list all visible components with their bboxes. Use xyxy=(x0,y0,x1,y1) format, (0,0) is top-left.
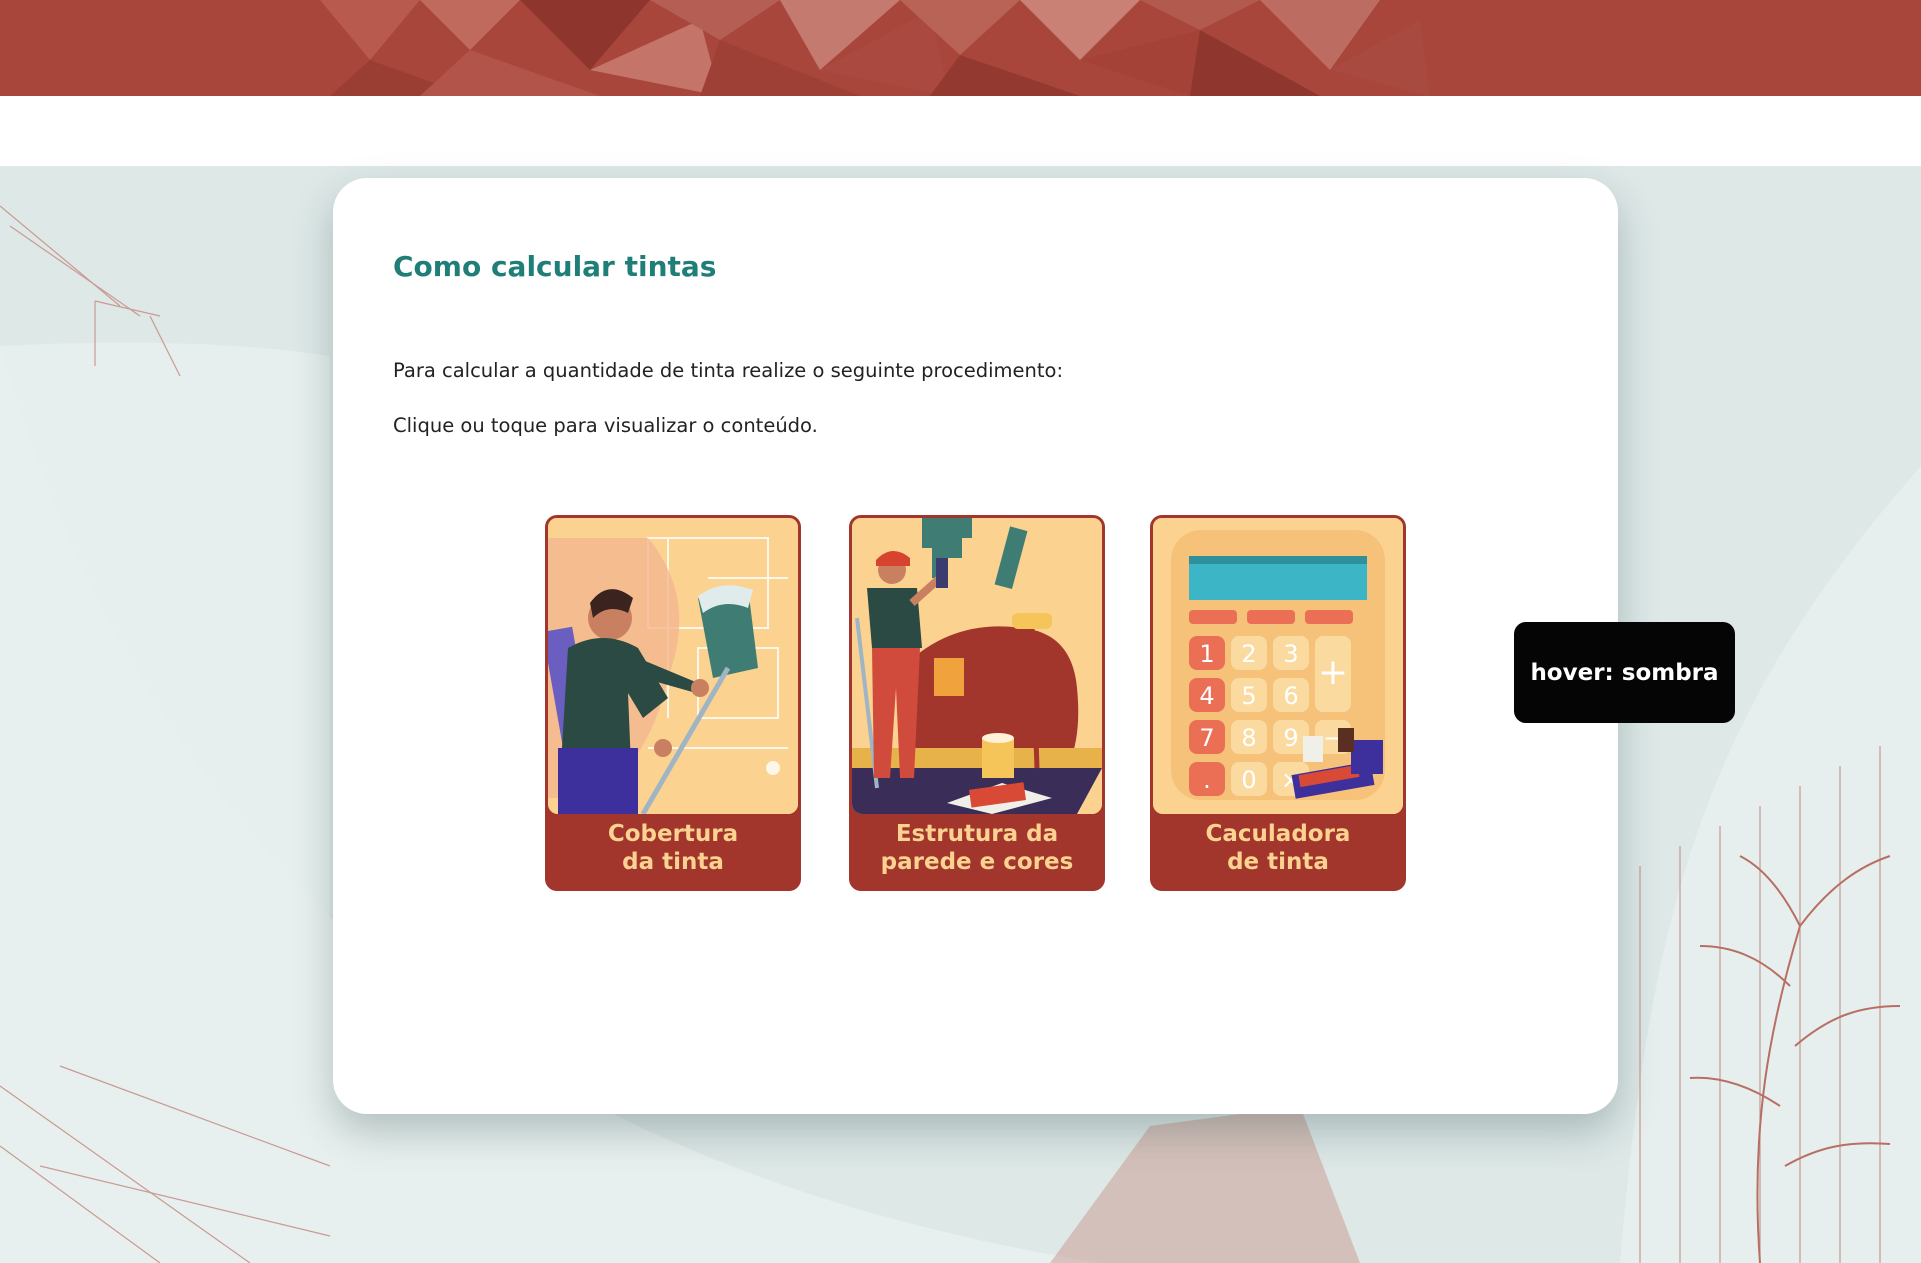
tile-estrutura-da-parede[interactable]: Estrutura da parede e cores xyxy=(849,515,1105,891)
tile-caption: Caculadora de tinta xyxy=(1153,820,1403,876)
tile-cobertura-da-tinta[interactable]: Cobertura da tinta xyxy=(545,515,801,891)
tooltip-label: hover: sombra xyxy=(1530,659,1719,686)
content-card: Como calcular tintas Para calcular a qua… xyxy=(333,178,1618,1114)
tile-caption: Estrutura da parede e cores xyxy=(852,820,1102,876)
intro-text: Para calcular a quantidade de tinta real… xyxy=(393,359,1064,382)
calculator-key: 7 xyxy=(1199,724,1214,752)
hover-tooltip: hover: sombra xyxy=(1514,622,1735,723)
tile-caption: Cobertura da tinta xyxy=(548,820,798,876)
tile-calculadora-de-tinta[interactable]: 1 2 3 4 5 6 7 8 9 . 0 × + − Caculadora d… xyxy=(1150,515,1406,891)
calculator-key: + xyxy=(1318,652,1348,693)
page-title: Como calcular tintas xyxy=(393,250,717,283)
white-strip xyxy=(0,96,1921,166)
calculator-key: 0 xyxy=(1241,766,1256,794)
banner-pattern xyxy=(0,0,1921,96)
painter-roller-icon xyxy=(548,518,798,814)
calculator-key: 8 xyxy=(1241,724,1256,752)
tile-caption-line: Caculadora xyxy=(1205,821,1351,847)
wall-painter-icon xyxy=(852,518,1102,814)
calculator-key: 9 xyxy=(1283,724,1298,752)
tile-caption-line: de tinta xyxy=(1227,849,1329,875)
tile-caption-line: Estrutura da xyxy=(895,821,1059,847)
tile-caption-line: parede e cores xyxy=(880,849,1074,875)
tile-caption-line: da tinta xyxy=(622,849,724,875)
top-banner xyxy=(0,0,1921,96)
calculator-key: 3 xyxy=(1283,640,1298,668)
instruction-text: Clique ou toque para visualizar o conteú… xyxy=(393,414,818,437)
calculator-key: 1 xyxy=(1199,640,1214,668)
calculator-key: 6 xyxy=(1283,682,1298,710)
calculator-key: 4 xyxy=(1199,682,1214,710)
calculator-key: 5 xyxy=(1241,682,1256,710)
calculator-icon: 1 2 3 4 5 6 7 8 9 . 0 × + − xyxy=(1153,518,1403,814)
tile-caption-line: Cobertura xyxy=(607,821,739,847)
calculator-key: 2 xyxy=(1241,640,1256,668)
calculator-key: . xyxy=(1203,766,1211,794)
